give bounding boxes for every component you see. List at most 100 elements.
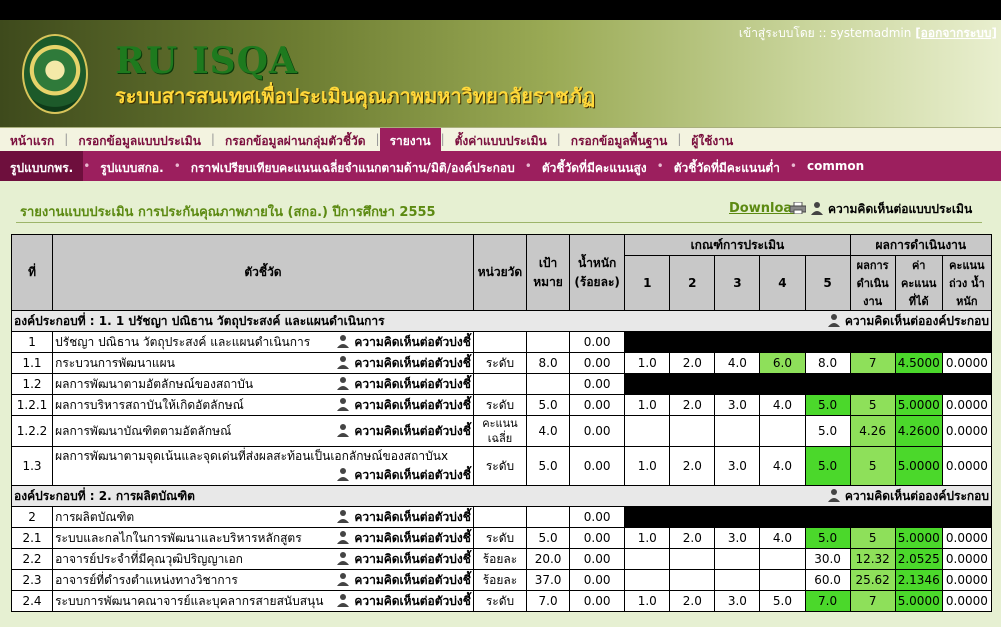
level-4-header: 4	[759, 255, 806, 311]
criteria-level-2	[669, 569, 716, 591]
menu-item-4[interactable]: ตั้งค่าแบบประเมิน	[445, 128, 557, 152]
form-comment-label: ความคิดเห็นต่อแบบประเมิน	[828, 202, 973, 216]
login-user-text: เข้าสู่ระบบโดย :: systemadmin	[738, 26, 912, 40]
weight-cell: 0.00	[569, 352, 626, 374]
criteria-level-3: 3.0	[714, 394, 761, 416]
login-info: เข้าสู่ระบบโดย :: systemadmin [ออกจากระบ…	[739, 24, 997, 43]
component-comment-link[interactable]: ความคิดเห็นต่อองค์ประกอบ	[827, 487, 989, 506]
comment-label: ความคิดเห็นต่อตัวบ่งชี้	[354, 593, 471, 608]
criteria-level-2: 2.0	[669, 394, 716, 416]
criteria-level-3: 4.0	[714, 352, 761, 374]
indicator-comment-link[interactable]: ความคิดเห็นต่อตัวบ่งชี้	[336, 468, 471, 482]
indicator-name: ผลการบริหารสถาบันให้เกิดอัตลักษณ์	[55, 397, 244, 412]
criteria-level-2: 2.0	[669, 527, 716, 549]
weight-cell: 0.00	[569, 373, 626, 395]
criteria-level-4: 4.0	[759, 527, 806, 549]
col-no-header: ที่	[10, 234, 54, 311]
indicator-name-cell: ความคิดเห็นต่อตัวบ่งชี้ ระบบและกลไกในการพ…	[52, 527, 474, 549]
target-cell: 4.0	[526, 415, 571, 447]
criteria-level-2: 2.0	[669, 446, 716, 486]
unit-cell	[472, 506, 528, 528]
indicator-comment-link[interactable]: ความคิดเห็นต่อตัวบ่งชี้	[336, 592, 471, 611]
criteria-level-5: 60.0	[804, 569, 851, 591]
criteria-level-1: 1.0	[624, 446, 671, 486]
submenu-item-2[interactable]: กราฟเปรียบเทียบคะแนนเฉลี่ยจำแนกตามด้าน/ม…	[181, 151, 525, 181]
result-value-header: ผลการ ดำเนิน งาน	[849, 255, 896, 311]
result-score: 5.0000	[894, 446, 943, 486]
result-weighted: 0.0000	[941, 446, 993, 486]
unit-cell	[472, 331, 528, 353]
indicator-comment-link[interactable]: ความคิดเห็นต่อตัวบ่งชี้	[336, 396, 471, 415]
unit-cell: ร้อยละ	[472, 569, 528, 591]
indicator-comment-link[interactable]: ความคิดเห็นต่อตัวบ่งชี้	[336, 550, 471, 569]
indicator-comment-link[interactable]: ความคิดเห็นต่อตัวบ่งชี้	[336, 422, 471, 441]
criteria-level-2: 2.0	[669, 590, 716, 612]
submenu-item-0[interactable]: รูปแบบกพร.	[0, 151, 84, 181]
weight-cell: 0.00	[569, 527, 626, 549]
criteria-level-1: 1.0	[624, 394, 671, 416]
criteria-level-4	[759, 569, 806, 591]
person-icon	[337, 397, 350, 411]
result-weighted: 0.0000	[941, 590, 993, 612]
indicator-row: 1 ความคิดเห็นต่อตัวบ่งชี้ ปรัชญา ปณิธาน วั…	[10, 331, 992, 353]
criteria-level-5: 5.0	[804, 415, 851, 447]
person-icon	[811, 202, 823, 215]
unit-cell: ระดับ	[472, 352, 528, 374]
result-header: ผลการดำเนินงาน	[849, 234, 993, 256]
indicator-comment-link[interactable]: ความคิดเห็นต่อตัวบ่งชี้	[336, 529, 471, 548]
brand-subtitle: ระบบสารสนเทศเพื่อประเมินคุณภาพมหาวิทยาลั…	[115, 84, 596, 108]
submenu-item-5[interactable]: common	[797, 151, 874, 181]
indicator-comment-link[interactable]: ความคิดเห็นต่อตัวบ่งชี้	[336, 571, 471, 590]
criteria-level-3: 3.0	[714, 446, 761, 486]
submenu-item-4[interactable]: ตัวชี้วัดที่มีคะแนนต่ำ	[664, 151, 790, 181]
brand-title: RU ISQA	[115, 40, 298, 82]
section-title-text: องค์ประกอบที่ : 2. การผลิตบัณฑิต	[14, 488, 195, 503]
submenu-separator: •	[173, 159, 181, 173]
indicator-row: 1.3 ผลการพัฒนาตามจุดเน้นและจุดเด่นที่ส่งผ…	[10, 446, 993, 486]
indicator-name-cell: ความคิดเห็นต่อตัวบ่งชี้ การผลิตบัณฑิต	[52, 506, 474, 528]
person-icon	[827, 313, 840, 327]
person-icon	[337, 572, 350, 586]
submenu-item-3[interactable]: ตัวชี้วัดที่มีคะแนนสูง	[532, 151, 657, 181]
menu-item-0[interactable]: หน้าแรก	[0, 128, 64, 152]
component-comment-link[interactable]: ความคิดเห็นต่อองค์ประกอบ	[827, 312, 989, 331]
site-header: RU ISQA ระบบสารสนเทศเพื่อประเมินคุณภาพมห…	[0, 20, 1001, 127]
result-weighted: 0.0000	[941, 548, 993, 570]
result-value: 5	[849, 527, 896, 549]
weight-cell: 0.00	[569, 331, 626, 353]
person-icon	[337, 551, 350, 565]
menu-item-1[interactable]: กรอกข้อมูลแบบประเมิน	[68, 128, 211, 152]
criteria-level-3	[714, 548, 761, 570]
criteria-level-3	[714, 415, 761, 447]
menu-item-2[interactable]: กรอกข้อมูลผ่านกลุ่มตัวชี้วัด	[215, 128, 376, 152]
section-title: ความคิดเห็นต่อองค์ประกอบ องค์ประกอบที่ : …	[11, 310, 992, 332]
level-2-header: 2	[669, 255, 716, 311]
indicator-comment-link[interactable]: ความคิดเห็นต่อตัวบ่งชี้	[336, 333, 471, 352]
submenu-item-1[interactable]: รูปแบบสกอ.	[90, 151, 173, 181]
target-cell: 5.0	[526, 394, 571, 416]
logout-link[interactable]: [ออกจากระบบ]	[915, 26, 997, 40]
menu-item-6[interactable]: ผู้ใช้งาน	[681, 128, 743, 152]
form-comment-link[interactable]: ความคิดเห็นต่อแบบประเมิน	[810, 200, 972, 219]
criteria-level-5: 30.0	[804, 548, 851, 570]
unit-cell: ระดับ	[472, 446, 528, 486]
indicator-name-cell: ความคิดเห็นต่อตัวบ่งชี้ อาจารย์ประจำที่มี…	[52, 548, 474, 570]
comment-label: ความคิดเห็นต่อตัวบ่งชี้	[354, 355, 471, 370]
result-value: 7	[849, 352, 896, 374]
criteria-level-3: 3.0	[714, 590, 761, 612]
indicator-comment-link[interactable]: ความคิดเห็นต่อตัวบ่งชี้	[336, 508, 471, 527]
result-weighted: 0.0000	[941, 527, 993, 549]
indicator-row: 1.1 ความคิดเห็นต่อตัวบ่งชี้ กระบวนการพัฒนา…	[10, 352, 993, 374]
section-row: ความคิดเห็นต่อองค์ประกอบ องค์ประกอบที่ : …	[11, 485, 992, 507]
menu-item-5[interactable]: กรอกข้อมูลพื้นฐาน	[561, 128, 678, 152]
printer-icon[interactable]	[790, 202, 806, 214]
menu-item-3[interactable]: รายงาน	[379, 128, 441, 152]
criteria-level-4	[759, 415, 806, 447]
level-1-header: 1	[624, 255, 671, 311]
weight-cell: 0.00	[569, 394, 626, 416]
indicator-comment-link[interactable]: ความคิดเห็นต่อตัวบ่งชี้	[336, 375, 471, 394]
criteria-level-1	[624, 569, 671, 591]
indicator-comment-link[interactable]: ความคิดเห็นต่อตัวบ่งชี้	[336, 354, 471, 373]
criteria-blank	[624, 331, 992, 353]
result-score: 2.0525	[894, 548, 943, 570]
